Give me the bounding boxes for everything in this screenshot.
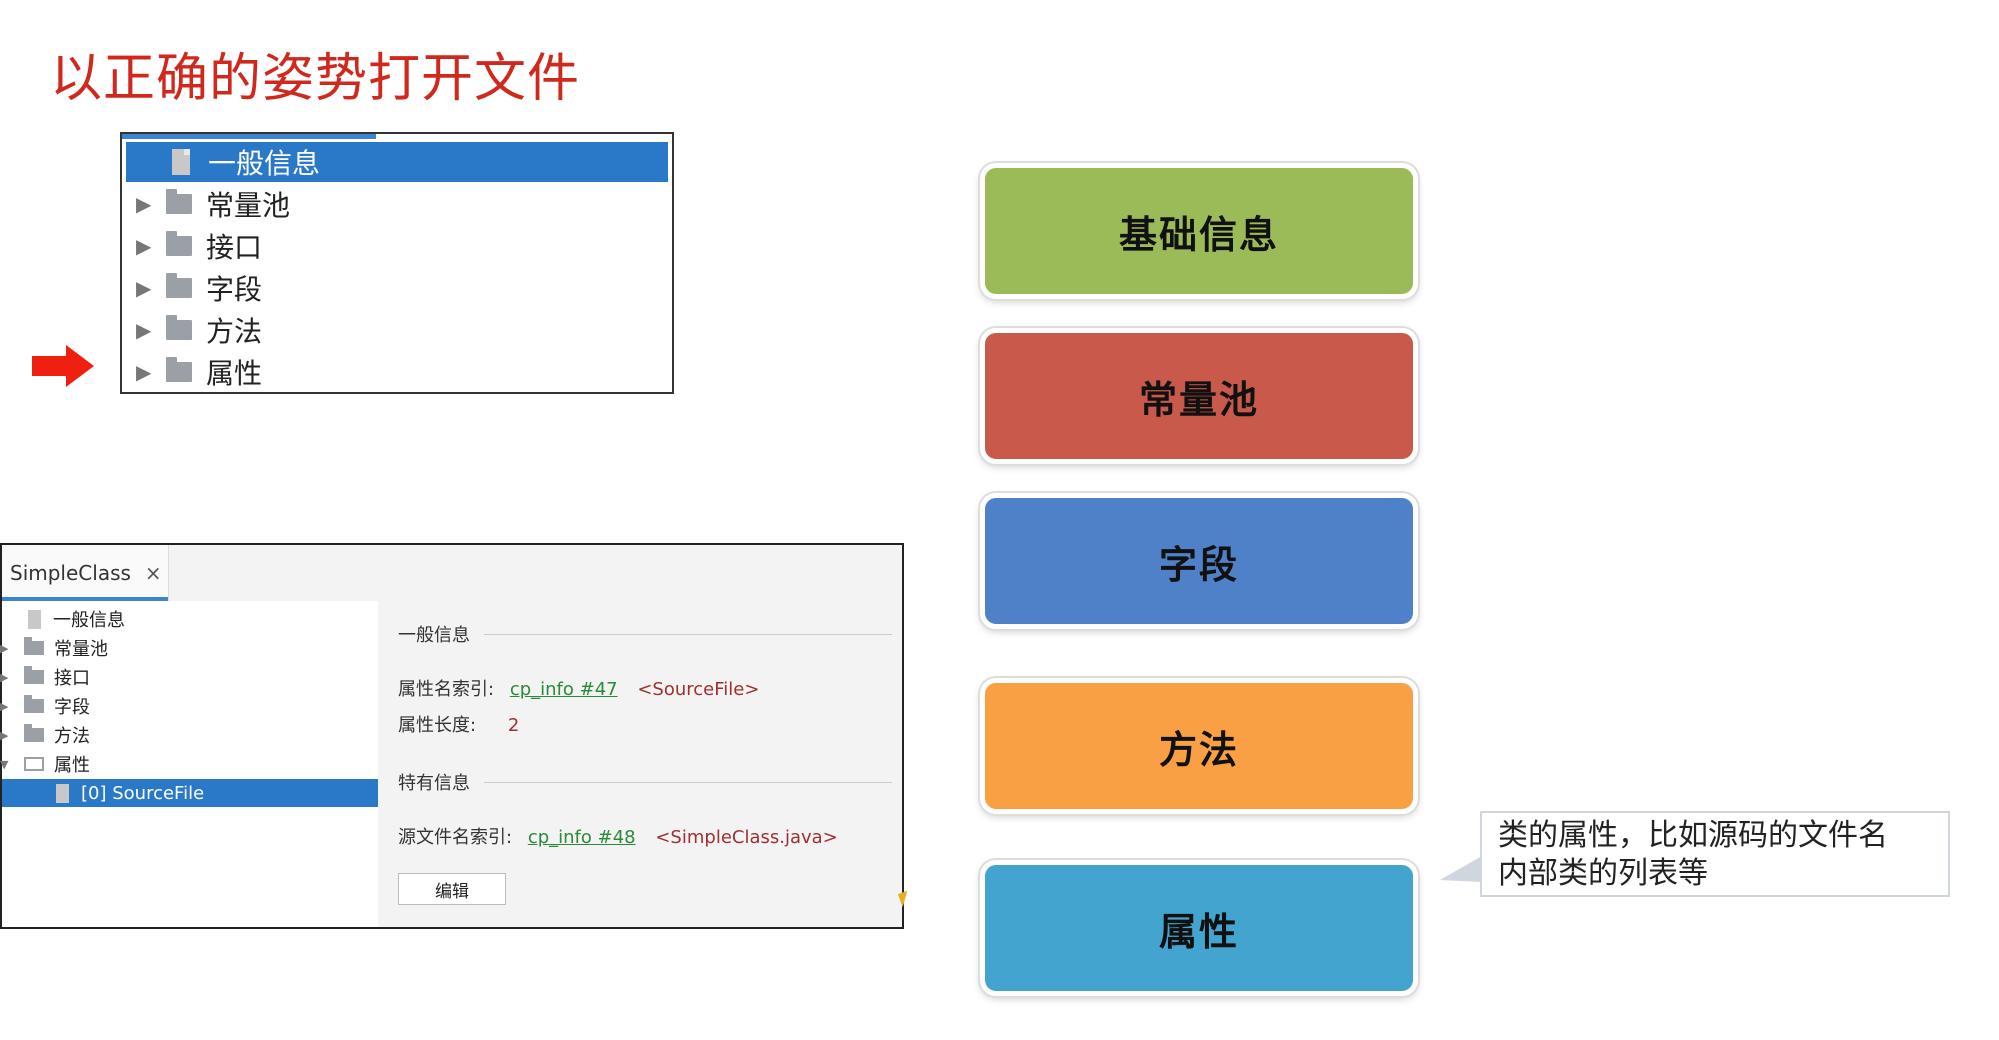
document-icon — [172, 149, 190, 175]
expand-arrow-icon[interactable]: ▶ — [0, 729, 14, 742]
tree-item-constant-pool[interactable]: ▶ 常量池 — [0, 634, 378, 662]
tab-label: SimpleClass — [10, 561, 131, 585]
close-icon[interactable]: × — [145, 561, 162, 585]
expand-arrow-icon[interactable]: ▶ — [136, 318, 166, 342]
tree-item-label: [0] SourceFile — [81, 782, 205, 804]
attr-name-index-value: <SourceFile> — [637, 679, 760, 700]
edit-button[interactable]: 编辑 — [398, 873, 506, 905]
attr-length-value: 2 — [507, 715, 520, 736]
tree-item-sourcefile[interactable]: [0] SourceFile — [2, 779, 378, 807]
expand-arrow-icon[interactable]: ▶ — [136, 192, 166, 216]
top-tree-accent-bar — [122, 134, 376, 139]
expand-arrow-icon[interactable]: ▶ — [136, 360, 166, 384]
block-basic-info: 基础信息 — [980, 163, 1418, 299]
top-tree-item-label: 常量池 — [206, 189, 291, 222]
top-tree-item-fields[interactable]: ▶ 字段 — [126, 268, 668, 308]
tree-item-label: 一般信息 — [53, 610, 125, 631]
expand-arrow-icon[interactable]: ▶ — [136, 234, 166, 258]
tree-item-methods[interactable]: ▶ 方法 — [0, 721, 378, 749]
specific-section-header: 特有信息 — [398, 769, 892, 795]
tree-item-fields[interactable]: ▶ 字段 — [0, 692, 378, 720]
callout-line-2: 内部类的列表等 — [1498, 856, 1708, 891]
cp-info-48-link[interactable]: cp_info #48 — [528, 827, 636, 848]
tree-item-label: 方法 — [54, 726, 90, 747]
tree-item-label: 字段 — [54, 697, 90, 718]
folder-icon — [24, 666, 44, 684]
source-file-index-row: 源文件名索引: cp_info #48 <SimpleClass.java> — [398, 827, 838, 848]
folder-icon — [166, 315, 192, 340]
top-tree-item-attributes[interactable]: ▶ 属性 — [126, 352, 668, 392]
tree-item-attributes[interactable]: ▼ 属性 — [0, 750, 378, 778]
folder-icon — [166, 273, 192, 298]
cp-info-47-link[interactable]: cp_info #47 — [510, 679, 618, 700]
folder-icon — [166, 189, 192, 214]
folder-icon — [24, 637, 44, 655]
folder-icon — [24, 695, 44, 713]
attr-length-row: 属性长度: 2 — [398, 715, 520, 736]
top-tree-panel: 一般信息 ▶ 常量池 ▶ 接口 ▶ 字段 ▶ 方法 ▶ 属性 — [120, 132, 674, 394]
general-section-header: 一般信息 — [398, 621, 892, 647]
open-folder-icon — [24, 757, 44, 771]
top-tree-item-label: 属性 — [206, 357, 263, 390]
top-tree-item-constant-pool[interactable]: ▶ 常量池 — [126, 184, 668, 224]
document-icon — [56, 783, 69, 803]
block-fields: 字段 — [980, 493, 1418, 629]
expand-arrow-icon[interactable]: ▶ — [0, 642, 14, 655]
top-tree-item-interfaces[interactable]: ▶ 接口 — [126, 226, 668, 266]
callout-line-1: 类的属性，比如源码的文件名 — [1498, 818, 1888, 853]
block-attributes: 属性 — [980, 860, 1418, 996]
folder-icon — [166, 357, 192, 382]
tree-item-interfaces[interactable]: ▶ 接口 — [0, 663, 378, 691]
tree-item-general[interactable]: 一般信息 — [2, 605, 378, 633]
structure-tree: 一般信息 ▶ 常量池 ▶ 接口 ▶ 字段 ▶ 方法 ▼ 属性 [0] Sourc… — [0, 601, 378, 927]
tree-item-label: 接口 — [54, 668, 90, 689]
document-icon — [28, 609, 41, 629]
callout-pointer — [1440, 856, 1482, 882]
top-tree-item-methods[interactable]: ▶ 方法 — [126, 310, 668, 350]
expand-arrow-icon[interactable]: ▶ — [0, 671, 14, 684]
expand-arrow-icon[interactable]: ▶ — [0, 700, 14, 713]
expand-arrow-icon[interactable]: ▶ — [136, 276, 166, 300]
class-viewer-window: SimpleClass × 一般信息 ▶ 常量池 ▶ 接口 ▶ 字段 ▶ 方法 — [0, 543, 904, 929]
attributes-callout: 类的属性，比如源码的文件名 内部类的列表等 — [1480, 811, 1950, 897]
red-arrow-icon — [32, 345, 96, 387]
folder-icon — [166, 231, 192, 256]
top-tree-item-label: 一般信息 — [208, 147, 321, 180]
top-tree-item-label: 接口 — [206, 231, 263, 264]
tab-bar: SimpleClass × — [2, 545, 902, 602]
collapse-arrow-icon[interactable]: ▼ — [0, 758, 14, 771]
tree-item-label: 属性 — [54, 755, 90, 776]
source-file-index-value: <SimpleClass.java> — [655, 827, 838, 848]
top-tree-item-label: 字段 — [206, 273, 263, 306]
top-tree-item-general[interactable]: 一般信息 — [126, 142, 668, 182]
detail-panel: 一般信息 属性名索引: cp_info #47 <SourceFile> 属性长… — [378, 601, 902, 927]
tree-item-label: 常量池 — [54, 639, 108, 660]
top-tree-item-label: 方法 — [206, 315, 263, 348]
tab-simpleclass[interactable]: SimpleClass × — [2, 545, 169, 601]
slide-title: 以正确的姿势打开文件 — [50, 49, 581, 109]
block-constant-pool: 常量池 — [980, 328, 1418, 464]
block-methods: 方法 — [980, 678, 1418, 814]
folder-icon — [24, 724, 44, 742]
attr-name-index-row: 属性名索引: cp_info #47 <SourceFile> — [398, 679, 760, 700]
